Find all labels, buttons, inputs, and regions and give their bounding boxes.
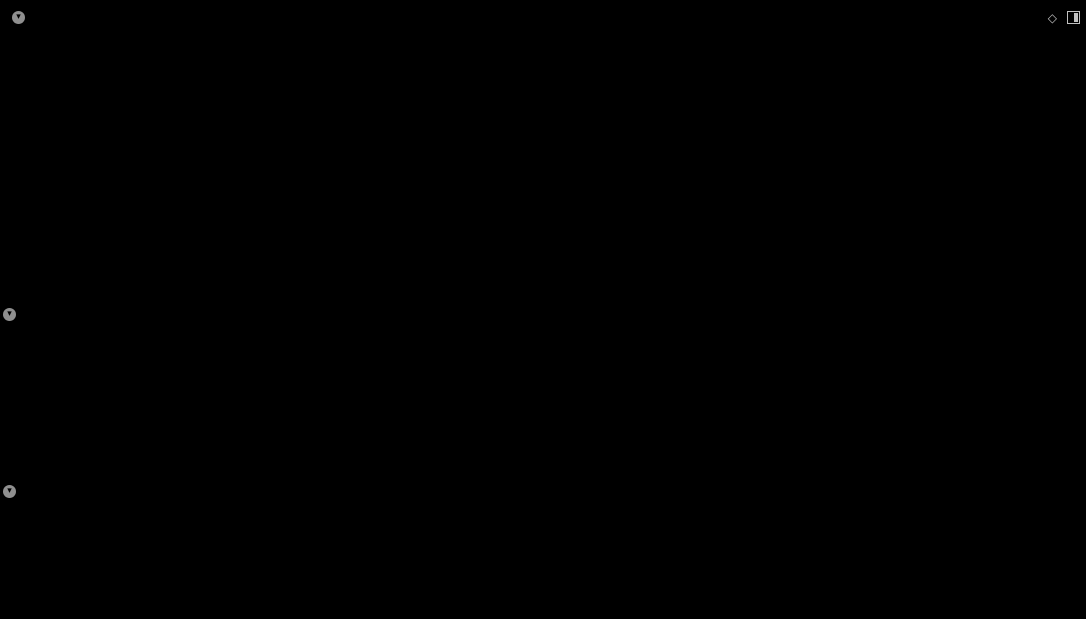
trading-app-window: ▾ ◇ ▾ ▾ [0,0,1086,619]
main-chart-header: ▾ [3,9,34,25]
chart-canvas[interactable] [0,0,1086,619]
chevron-down-icon[interactable]: ▾ [3,307,16,321]
diamond-icon[interactable]: ◇ [1048,12,1057,24]
volume-panel-header: ▾ [3,306,43,322]
fund-panel-header: ▾ [3,483,25,499]
window-corner-icons: ◇ [1048,11,1080,24]
chevron-down-icon[interactable]: ▾ [12,10,25,24]
chevron-down-icon[interactable]: ▾ [3,484,16,498]
window-split-icon[interactable] [1067,11,1080,24]
